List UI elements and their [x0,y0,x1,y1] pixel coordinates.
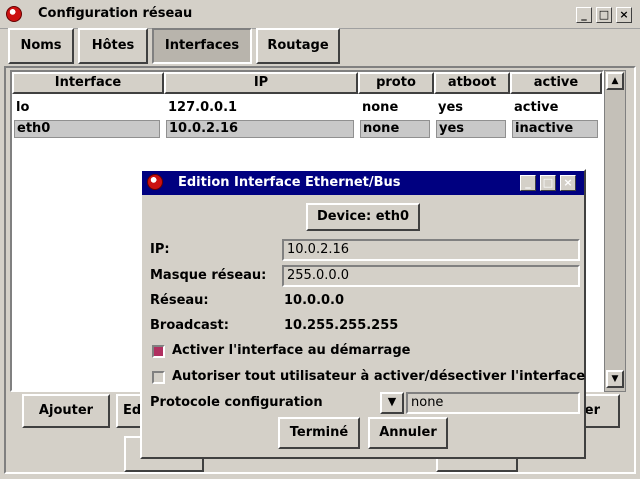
cell-ip: 127.0.0.1 [168,100,238,115]
minimize-icon[interactable]: _ [576,7,592,23]
allow-users-label[interactable]: Autoriser tout utilisateur à activer/dés… [172,369,585,384]
activate-at-boot-checkbox[interactable] [152,345,165,358]
tab-hotes[interactable]: Hôtes [78,28,148,64]
col-header-active[interactable]: active [510,72,602,94]
scroll-up-icon[interactable]: ▲ [606,72,624,90]
main-titlebar[interactable]: Configuration réseau _ □ × [0,0,640,29]
protocol-dropdown-icon[interactable]: ▼ [380,392,404,414]
tab-noms[interactable]: Noms [8,28,74,64]
network-label: Réseau: [150,293,209,308]
col-header-ip[interactable]: IP [164,72,358,94]
ip-field[interactable]: 10.0.2.16 [282,239,580,261]
tab-interfaces[interactable]: Interfaces [152,28,252,64]
add-button[interactable]: Ajouter [22,394,110,428]
cell-interface: eth0 [14,120,160,138]
done-button[interactable]: Terminé [278,417,360,449]
list-scrollbar[interactable] [604,70,626,392]
activate-at-boot-label[interactable]: Activer l'interface au démarrage [172,343,410,358]
maximize-icon[interactable]: □ [540,175,556,191]
cell-atboot: yes [438,100,464,115]
protocol-label: Protocole configuration [150,395,323,410]
cell-atboot: yes [436,120,506,138]
window-title: Configuration réseau [38,6,193,21]
col-header-proto[interactable]: proto [358,72,434,94]
netmask-label: Masque réseau: [150,268,267,283]
cancel-button[interactable]: Annuler [368,417,448,449]
netmask-field[interactable]: 255.0.0.0 [282,265,580,287]
cell-active: inactive [512,120,598,138]
col-header-atboot[interactable]: atboot [434,72,510,94]
tab-routage[interactable]: Routage [256,28,340,64]
close-icon[interactable]: × [616,7,632,23]
scroll-down-icon[interactable]: ▼ [606,370,624,388]
edit-interface-dialog: Edition Interface Ethernet/Bus _ □ × Dev… [140,169,586,459]
network-value: 10.0.0.0 [284,293,345,308]
ip-label: IP: [150,242,170,257]
allow-users-checkbox[interactable] [152,371,165,384]
broadcast-value: 10.255.255.255 [284,318,399,333]
redhat-logo-icon[interactable] [6,6,22,22]
minimize-icon[interactable]: _ [520,175,536,191]
cell-interface: lo [16,100,30,115]
col-header-interface[interactable]: Interface [12,72,164,94]
maximize-icon[interactable]: □ [596,7,612,23]
dialog-titlebar[interactable]: Edition Interface Ethernet/Bus _ □ × [142,171,584,195]
broadcast-label: Broadcast: [150,318,229,333]
cell-proto: none [360,120,430,138]
device-button[interactable]: Device: eth0 [306,203,420,231]
cell-ip: 10.0.2.16 [166,120,354,138]
protocol-field[interactable]: none [406,392,580,414]
redhat-logo-icon[interactable] [147,174,163,190]
close-icon[interactable]: × [560,175,576,191]
dialog-title: Edition Interface Ethernet/Bus [178,175,401,190]
cell-active: active [514,100,559,115]
cell-proto: none [362,100,399,115]
